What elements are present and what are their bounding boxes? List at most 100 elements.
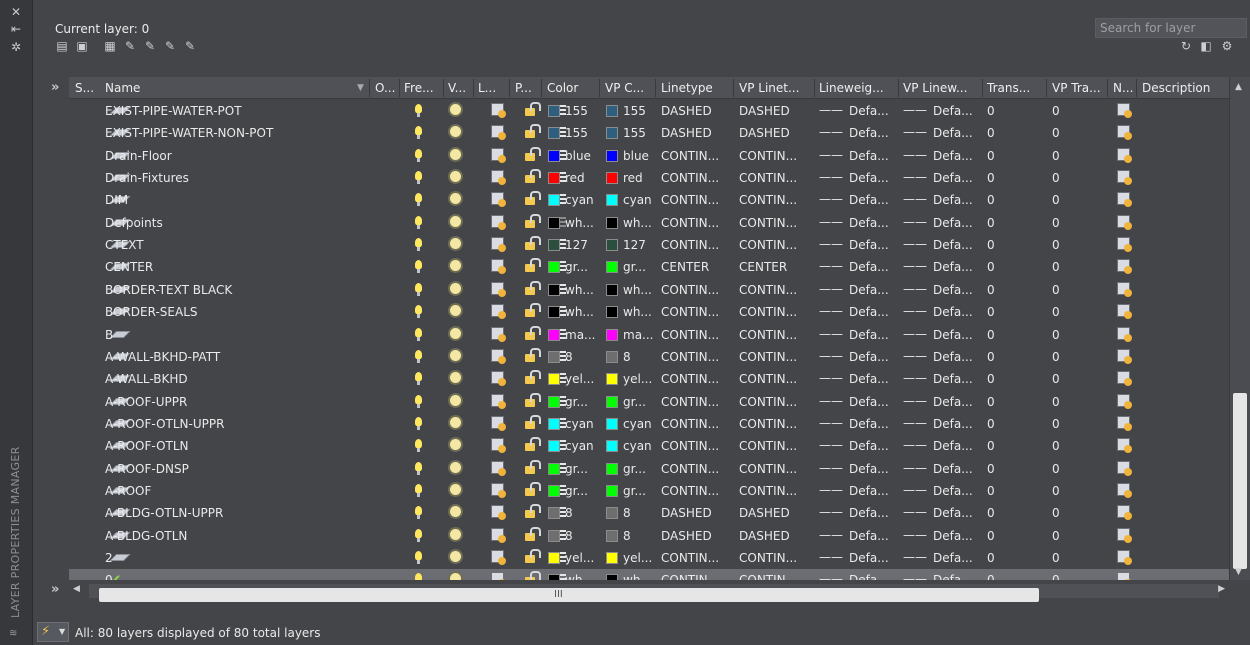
vp-freeze-icon[interactable] [491,572,506,580]
new-vp-freeze-icon[interactable] [1117,438,1132,454]
freeze-sun-icon[interactable] [450,282,461,294]
layer-vp-transparency[interactable]: 0 [1052,416,1092,432]
layer-vp-transparency[interactable]: 0 [1052,505,1092,521]
layer-vp-color[interactable]: 155 [623,103,655,119]
freeze-sun-icon[interactable] [450,506,461,518]
layer-linetype[interactable]: CENTER [661,259,733,275]
col-plot[interactable]: P... [515,80,535,96]
delete-layer-icon[interactable]: ✎ [161,38,179,54]
layer-linetype[interactable]: CONTIN... [661,327,733,343]
on-bulb-icon[interactable] [415,349,422,363]
layer-vp-lineweight[interactable]: Defa... [933,170,979,186]
vp-freeze-icon[interactable] [491,170,506,186]
layer-transparency[interactable]: 0 [987,103,1027,119]
freeze-sun-icon[interactable] [450,416,461,428]
freeze-sun-icon[interactable] [450,148,461,160]
lock-open-icon[interactable] [525,303,541,318]
layer-lineweight[interactable]: Defa... [849,304,895,320]
scroll-down-icon[interactable]: ▼ [1235,567,1242,577]
layer-transparency[interactable]: 0 [987,505,1027,521]
vp-color-swatch[interactable] [606,306,618,319]
layer-vp-linetype[interactable]: CONTIN... [739,572,813,580]
vp-freeze-icon[interactable] [491,348,506,364]
freeze-sun-icon[interactable] [450,439,461,451]
layer-transparency[interactable]: 0 [987,416,1027,432]
layer-vp-transparency[interactable]: 0 [1052,371,1092,387]
layer-linetype[interactable]: CONTIN... [661,349,733,365]
layer-transparency[interactable]: 0 [987,438,1027,454]
freeze-sun-icon[interactable] [450,238,461,250]
vp-freeze-icon[interactable] [491,527,506,543]
horizontal-scroll-track[interactable]: III [89,584,1219,602]
on-bulb-icon[interactable] [415,416,422,430]
layer-name[interactable]: BORDER-TEXT BLACK [105,282,355,298]
new-vp-freeze-icon[interactable] [1117,214,1132,230]
layer-vp-transparency[interactable]: 0 [1052,394,1092,410]
layer-vp-lineweight[interactable]: Defa... [933,438,979,454]
layer-vp-lineweight[interactable]: Defa... [933,304,979,320]
layer-linetype[interactable]: CONTIN... [661,416,733,432]
layer-color[interactable]: 8 [565,349,599,365]
layer-color[interactable]: gr... [565,394,599,410]
layer-list[interactable]: S... Name ▼ O... Fre... V... L... P... C… [69,77,1229,580]
layer-transparency[interactable]: 0 [987,528,1027,544]
vp-color-swatch[interactable] [606,216,618,229]
vp-freeze-icon[interactable] [491,505,506,521]
layer-color[interactable]: cyan [565,416,599,432]
layer-row[interactable]: CENTER gr... gr... CENTER CENTER —— Defa... —— D… [69,256,1229,278]
new-vp-freeze-icon[interactable] [1117,326,1132,342]
col-vp-color[interactable]: VP C... [605,80,653,96]
layer-name[interactable]: Defpoints [105,215,355,231]
on-bulb-icon[interactable] [415,215,422,229]
vp-color-swatch[interactable] [606,529,618,542]
color-swatch[interactable] [548,507,560,520]
layer-lineweight[interactable]: Defa... [849,215,895,231]
vp-color-swatch[interactable] [606,283,618,296]
layer-transparency[interactable]: 0 [987,125,1027,141]
layer-vp-lineweight[interactable]: Defa... [933,461,979,477]
vp-color-swatch[interactable] [606,105,618,117]
layer-row[interactable]: A-WALL-BKHD yel... yel... CONTIN... CONTIN..… [69,368,1229,390]
col-name[interactable]: Name [105,80,265,96]
layer-vp-lineweight[interactable]: Defa... [933,259,979,275]
vp-color-swatch[interactable] [606,328,618,341]
layer-transparency[interactable]: 0 [987,282,1027,298]
layer-linetype[interactable]: CONTIN... [661,282,733,298]
layer-vp-color[interactable]: gr... [623,461,655,477]
new-vp-freeze-icon[interactable] [1117,147,1132,163]
layer-transparency[interactable]: 0 [987,192,1027,208]
layer-name[interactable]: DIM [105,192,355,208]
color-swatch[interactable] [548,149,560,162]
on-bulb-icon[interactable] [415,171,422,185]
col-vp-linetype[interactable]: VP Linet... [739,80,811,96]
layer-name[interactable]: CENTER [105,259,355,275]
new-vp-freeze-icon[interactable] [1117,348,1132,364]
layer-lineweight[interactable]: Defa... [849,125,895,141]
layer-lineweight[interactable]: Defa... [849,170,895,186]
freeze-sun-icon[interactable] [450,461,461,473]
layer-transparency[interactable]: 0 [987,483,1027,499]
layer-states-manager-icon[interactable]: ▦ [101,38,119,54]
col-description[interactable]: Description [1142,80,1222,96]
lock-open-icon[interactable] [525,347,541,362]
layer-vp-lineweight[interactable]: Defa... [933,282,979,298]
on-bulb-icon[interactable] [415,573,422,580]
layer-vp-color[interactable]: 8 [623,349,655,365]
col-on[interactable]: O... [375,80,395,96]
layer-color[interactable]: red [565,170,599,186]
layer-name[interactable]: EXIST-PIPE-WATER-NON-POT [105,125,355,141]
layer-vp-linetype[interactable]: CONTIN... [739,394,813,410]
layer-vp-linetype[interactable]: CONTIN... [739,438,813,454]
vp-freeze-icon[interactable] [491,147,506,163]
vp-freeze-icon[interactable] [491,482,506,498]
layer-color[interactable]: cyan [565,192,599,208]
color-swatch[interactable] [548,105,560,117]
new-vp-freeze-icon[interactable] [1117,371,1132,387]
layer-lineweight[interactable]: Defa... [849,394,895,410]
layer-vp-linetype[interactable]: CONTIN... [739,327,813,343]
layer-color[interactable]: 155 [565,103,599,119]
layer-vp-transparency[interactable]: 0 [1052,483,1092,499]
layer-vp-transparency[interactable]: 0 [1052,170,1092,186]
lock-open-icon[interactable] [525,549,541,563]
color-swatch[interactable] [548,462,560,475]
